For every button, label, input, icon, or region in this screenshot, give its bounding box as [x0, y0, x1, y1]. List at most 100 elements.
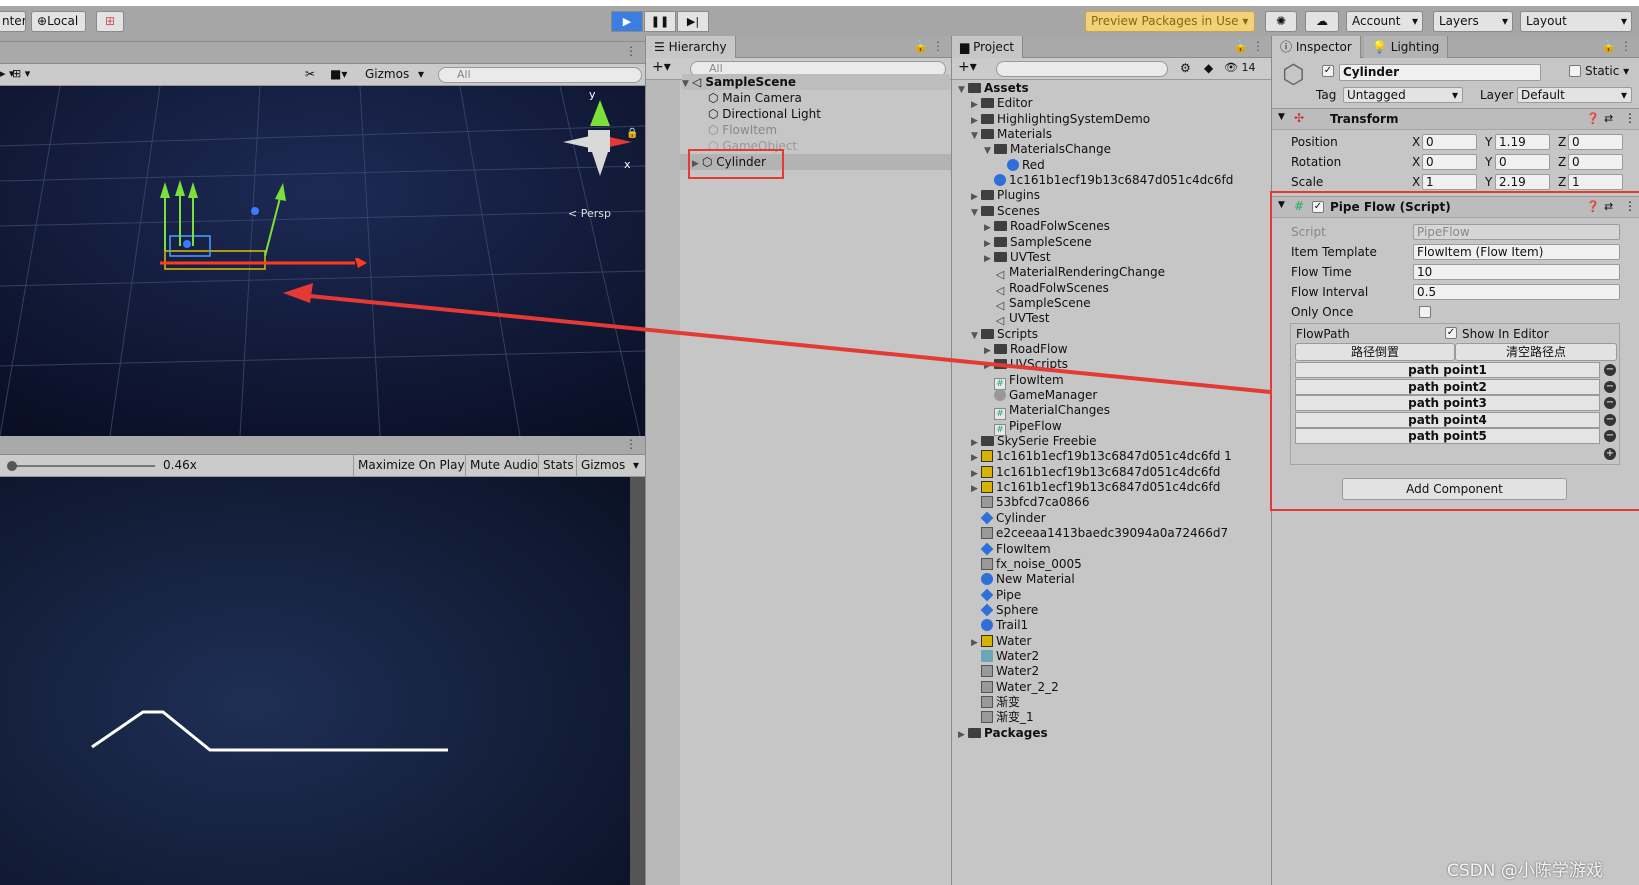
- project-item[interactable]: ▶ SampleScene: [984, 234, 1092, 250]
- scene-gizmos-button[interactable]: Gizmos: [365, 67, 409, 81]
- more-menu-icon[interactable]: ⋮: [625, 437, 637, 451]
- project-item[interactable]: ◁ SampleScene: [984, 295, 1091, 312]
- project-item[interactable]: Water2: [971, 663, 1039, 679]
- grid-icon[interactable]: ⊞ ▾: [12, 67, 30, 80]
- project-item[interactable]: ▼ Materials: [971, 126, 1052, 142]
- tools-icon[interactable]: ✂: [305, 67, 315, 81]
- project-item[interactable]: ◁ MaterialRenderingChange: [984, 264, 1165, 281]
- project-item[interactable]: ▶ UVScripts: [984, 356, 1068, 372]
- project-item[interactable]: ▶ Water: [971, 633, 1031, 649]
- more-menu-icon[interactable]: ⋮: [932, 39, 944, 53]
- preview-packages-badge[interactable]: Preview Packages in Use ▾: [1085, 11, 1255, 32]
- create-plus-icon[interactable]: +▾: [958, 59, 977, 75]
- project-item[interactable]: New Material: [971, 571, 1075, 587]
- more-menu-icon[interactable]: ⋮: [1624, 111, 1636, 125]
- project-item[interactable]: ▶ HighlightingSystemDemo: [971, 111, 1150, 127]
- zoom-slider-track[interactable]: [10, 465, 155, 467]
- layout-dropdown[interactable]: Layout ▾: [1520, 11, 1632, 32]
- project-item[interactable]: fx_noise_0005: [971, 556, 1082, 572]
- project-item[interactable]: ▶ Plugins: [971, 187, 1040, 203]
- position-y-field[interactable]: 1.19: [1495, 134, 1550, 150]
- scale-x-field[interactable]: 1: [1422, 174, 1477, 190]
- local-global-toggle[interactable]: ⊕Local: [31, 11, 86, 32]
- project-item[interactable]: ▶ 1c161b1ecf19b13c6847d051c4dc6fd: [971, 479, 1220, 495]
- zoom-slider-handle[interactable]: [7, 461, 17, 471]
- cloud-icon[interactable]: ☁: [1305, 11, 1339, 32]
- project-item[interactable]: ▶ RoadFlow: [984, 341, 1068, 357]
- tab-project[interactable]: ▆ Project: [952, 36, 1024, 58]
- project-item[interactable]: 1c161b1ecf19b13c6847d051c4dc6fd: [984, 172, 1233, 188]
- filter-label-icon[interactable]: ◆: [1204, 61, 1213, 75]
- project-item[interactable]: ▼ Scenes: [971, 203, 1040, 219]
- static-dropdown[interactable]: Static ▾: [1585, 64, 1629, 78]
- project-item[interactable]: ▶ UVTest: [984, 249, 1051, 265]
- rotation-x-field[interactable]: 0: [1422, 154, 1477, 170]
- collab-icon[interactable]: ✺: [1265, 11, 1297, 32]
- layers-dropdown[interactable]: Layers ▾: [1433, 11, 1513, 32]
- play-button[interactable]: ▶: [611, 11, 643, 32]
- hierarchy-item-main-camera[interactable]: ⬡ Main Camera: [708, 90, 802, 106]
- chevron-down-icon[interactable]: ▾: [633, 458, 639, 472]
- project-item[interactable]: 渐变: [971, 694, 1020, 710]
- project-item[interactable]: ▶ SkySerie Freebie: [971, 433, 1097, 449]
- active-checkbox[interactable]: ✓: [1322, 65, 1334, 77]
- game-gizmos-button[interactable]: Gizmos: [576, 455, 629, 477]
- project-item[interactable]: Pipe: [971, 587, 1021, 603]
- project-item[interactable]: ▶ Packages: [958, 725, 1048, 741]
- project-item[interactable]: 渐变_1: [971, 709, 1034, 725]
- project-item[interactable]: FlowItem: [971, 541, 1051, 557]
- project-item[interactable]: Trail1: [971, 617, 1028, 633]
- hidden-count-badge[interactable]: 👁 14: [1224, 61, 1255, 74]
- position-x-field[interactable]: 0: [1422, 134, 1477, 150]
- layer-dropdown[interactable]: Default ▾: [1517, 87, 1632, 103]
- scene-viewport[interactable]: y x < Persp 🔒: [0, 86, 645, 436]
- more-menu-icon[interactable]: ⋮: [1252, 39, 1264, 53]
- tag-dropdown[interactable]: Untagged ▾: [1343, 87, 1463, 103]
- camera-icon[interactable]: ■▾: [330, 67, 347, 81]
- help-icon[interactable]: ❓: [1586, 112, 1600, 125]
- game-viewport[interactable]: [0, 477, 630, 885]
- transform-header[interactable]: ▼ ✣ Transform ❓ ⇄ ⋮: [1272, 108, 1639, 130]
- project-item[interactable]: Red: [997, 157, 1045, 173]
- project-item[interactable]: 53bfcd7ca0866: [971, 494, 1089, 510]
- project-item[interactable]: Water_2_2: [971, 679, 1059, 695]
- mute-audio-toggle[interactable]: Mute Audio: [465, 455, 542, 477]
- hierarchy-item-flowitem[interactable]: ⬡ FlowItem: [708, 122, 777, 138]
- scale-y-field[interactable]: 2.19: [1495, 174, 1550, 190]
- chevron-down-icon[interactable]: ▾: [418, 67, 424, 81]
- preset-icon[interactable]: ⇄: [1604, 112, 1613, 125]
- hierarchy-item-directional-light[interactable]: ⬡ Directional Light: [708, 106, 821, 122]
- scene-search-input[interactable]: All: [438, 67, 642, 83]
- more-menu-icon[interactable]: ⋮: [625, 44, 637, 58]
- project-item[interactable]: ◁ RoadFolwScenes: [984, 280, 1109, 297]
- tab-inspector[interactable]: ⓘ Inspector: [1272, 36, 1361, 58]
- tab-lighting[interactable]: 💡 Lighting: [1364, 36, 1449, 58]
- project-item[interactable]: ▼ Assets: [958, 80, 1029, 96]
- lock-icon[interactable]: 🔒: [1233, 39, 1248, 53]
- filter-type-icon[interactable]: ⚙: [1180, 61, 1191, 75]
- more-menu-icon[interactable]: ⋮: [1620, 39, 1632, 53]
- game-scrollbar[interactable]: [630, 477, 645, 885]
- lock-icon[interactable]: 🔒: [913, 39, 928, 53]
- project-item[interactable]: Sphere: [971, 602, 1038, 618]
- scale-z-field[interactable]: 1: [1568, 174, 1623, 190]
- account-dropdown[interactable]: Account ▾: [1346, 11, 1423, 32]
- project-item[interactable]: # PipeFlow: [984, 418, 1062, 436]
- project-item[interactable]: # FlowItem: [984, 372, 1064, 390]
- project-item[interactable]: ▶ 1c161b1ecf19b13c6847d051c4dc6fd 1: [971, 448, 1232, 464]
- scene-root-item[interactable]: ▼ ◁ SampleScene: [682, 74, 950, 90]
- project-item[interactable]: GameManager: [984, 387, 1097, 403]
- rotation-z-field[interactable]: 0: [1568, 154, 1623, 170]
- project-item[interactable]: ▼ Scripts: [971, 326, 1038, 342]
- project-item[interactable]: # MaterialChanges: [984, 402, 1110, 421]
- project-search-input[interactable]: [996, 61, 1168, 77]
- project-item[interactable]: ▶ 1c161b1ecf19b13c6847d051c4dc6fd: [971, 464, 1220, 480]
- object-name-field[interactable]: Cylinder: [1339, 64, 1541, 81]
- project-item[interactable]: ▼ MaterialsChange: [984, 141, 1111, 157]
- static-checkbox[interactable]: [1569, 65, 1581, 77]
- maximize-on-play-toggle[interactable]: Maximize On Play: [353, 455, 469, 477]
- project-item[interactable]: ▶ Editor: [971, 95, 1033, 111]
- pause-button[interactable]: ❚❚: [644, 11, 676, 32]
- create-plus-icon[interactable]: +▾: [652, 59, 671, 75]
- stats-toggle[interactable]: Stats: [538, 455, 578, 477]
